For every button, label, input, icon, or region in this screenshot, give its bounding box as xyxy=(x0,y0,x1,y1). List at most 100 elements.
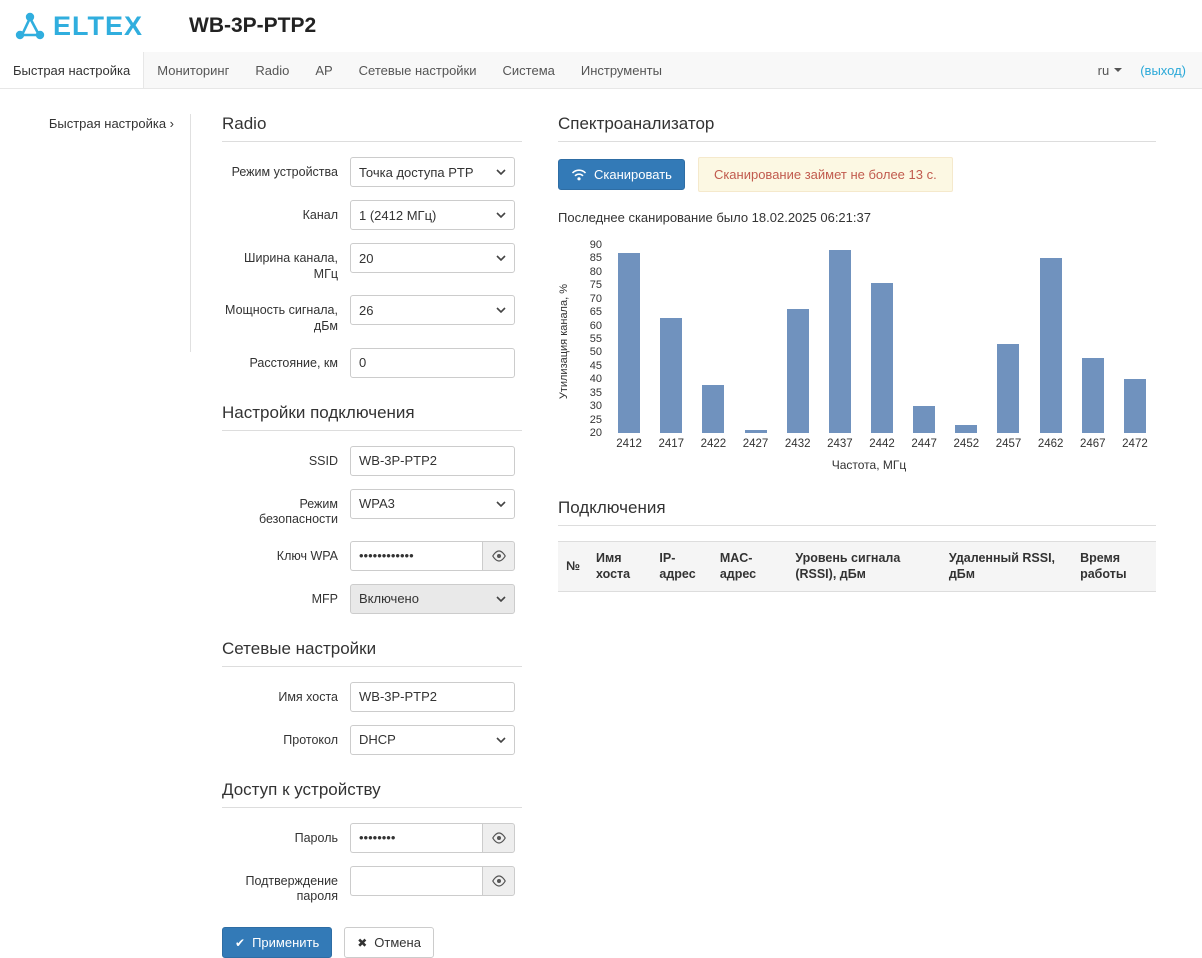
protocol-select[interactable]: DHCP xyxy=(350,725,515,755)
chart-y-axis: 908580757065605550454035302520 xyxy=(582,245,608,433)
x-tick-label: 2442 xyxy=(861,433,903,450)
y-tick-label: 60 xyxy=(590,320,602,332)
security-mode-select[interactable]: WPA3 xyxy=(350,489,515,519)
bar-2412 xyxy=(618,253,640,433)
bar-column xyxy=(734,245,776,433)
bar-column xyxy=(819,245,861,433)
chart-y-label-wrap: Утилизация канала, % xyxy=(558,245,582,472)
wpa-key-input[interactable] xyxy=(350,541,482,571)
tab-quick-setup[interactable]: Быстрая настройка xyxy=(0,52,144,88)
scan-button[interactable]: Сканировать xyxy=(558,159,685,190)
content: Быстрая настройка › Radio Режим устройст… xyxy=(0,89,1202,958)
main-nav: Быстрая настройка Мониторинг Radio AP Се… xyxy=(0,52,1202,89)
tab-radio[interactable]: Radio xyxy=(242,52,302,88)
quick-setup-form: Radio Режим устройства Точка доступа PTP… xyxy=(222,114,522,958)
eltex-logo-icon xyxy=(12,10,48,42)
section-title-access: Доступ к устройству xyxy=(222,780,522,808)
spectrum-title: Спектроанализатор xyxy=(558,114,1156,142)
bar-column xyxy=(1030,245,1072,433)
apply-label: Применить xyxy=(252,935,319,950)
x-tick-label: 2412 xyxy=(608,433,650,450)
bar-column xyxy=(692,245,734,433)
tab-system[interactable]: Система xyxy=(490,52,568,88)
logout-link[interactable]: (выход) xyxy=(1140,63,1186,78)
apply-button[interactable]: ✔ Применить xyxy=(222,927,332,958)
col-header-mac: MAC-адрес xyxy=(712,542,788,592)
y-tick-label: 25 xyxy=(590,414,602,426)
channel-label: Канал xyxy=(222,200,350,230)
last-scan-text: Последнее сканирование было 18.02.2025 0… xyxy=(558,210,1156,225)
password-input[interactable] xyxy=(350,823,482,853)
ssid-input[interactable] xyxy=(350,446,515,476)
distance-label: Расстояние, км xyxy=(222,348,350,378)
bar-2437 xyxy=(829,250,851,433)
y-tick-label: 65 xyxy=(590,306,602,318)
connections-title: Подключения xyxy=(558,498,1156,526)
x-tick-label: 2457 xyxy=(987,433,1029,450)
x-tick-label: 2467 xyxy=(1072,433,1114,450)
x-tick-label: 2452 xyxy=(945,433,987,450)
confirm-password-input[interactable] xyxy=(350,866,482,896)
chart-y-label: Утилизация канала, % xyxy=(558,284,570,399)
channel-select[interactable]: 1 (2412 МГц) xyxy=(350,200,515,230)
y-tick-label: 75 xyxy=(590,279,602,291)
scan-label: Сканировать xyxy=(594,167,672,182)
bar-column xyxy=(861,245,903,433)
col-header-ip: IP-адрес xyxy=(651,542,711,592)
cancel-button[interactable]: ✖ Отмена xyxy=(344,927,434,958)
page-title: WB-3P-PTP2 xyxy=(189,14,316,38)
tab-ap[interactable]: AP xyxy=(302,52,345,88)
distance-input[interactable] xyxy=(350,348,515,378)
tab-tools[interactable]: Инструменты xyxy=(568,52,675,88)
eltex-logo[interactable]: ELTEX xyxy=(12,10,143,42)
form-row-wpa-key: Ключ WPA xyxy=(222,541,522,571)
chart-body: 908580757065605550454035302520 xyxy=(582,245,1156,433)
wifi-icon xyxy=(571,168,587,181)
bar-2447 xyxy=(913,406,935,433)
hostname-input[interactable] xyxy=(350,682,515,712)
scan-row: Сканировать Сканирование займет не более… xyxy=(558,157,1156,192)
chevron-down-icon xyxy=(496,501,506,507)
tx-power-select[interactable]: 26 xyxy=(350,295,515,325)
eye-icon xyxy=(491,875,507,887)
mfp-select[interactable]: Включено xyxy=(350,584,515,614)
bar-2467 xyxy=(1082,358,1104,433)
form-row-tx-power: Мощность сигнала, дБм 26 xyxy=(222,295,522,334)
form-row-password: Пароль xyxy=(222,823,522,853)
breadcrumb-quick-setup[interactable]: Быстрая настройка › xyxy=(49,116,174,131)
y-tick-label: 90 xyxy=(590,239,602,251)
confirm-password-eye-button[interactable] xyxy=(482,866,515,896)
wpa-key-eye-button[interactable] xyxy=(482,541,515,571)
bar-2422 xyxy=(702,385,724,433)
protocol-label: Протокол xyxy=(222,725,350,755)
y-tick-label: 40 xyxy=(590,373,602,385)
tab-monitoring[interactable]: Мониторинг xyxy=(144,52,242,88)
y-tick-label: 35 xyxy=(590,387,602,399)
confirm-password-label: Подтверждение пароля xyxy=(222,866,350,905)
device-mode-select[interactable]: Точка доступа PTP xyxy=(350,157,515,187)
form-row-confirm-password: Подтверждение пароля xyxy=(222,866,522,905)
tab-network-settings[interactable]: Сетевые настройки xyxy=(346,52,490,88)
ssid-label: SSID xyxy=(222,446,350,476)
sidebar: Быстрая настройка › xyxy=(0,114,190,958)
y-tick-label: 50 xyxy=(590,346,602,358)
password-eye-button[interactable] xyxy=(482,823,515,853)
mfp-label: MFP xyxy=(222,584,350,614)
form-row-channel: Канал 1 (2412 МГц) xyxy=(222,200,522,230)
chart-x-axis: 2412241724222427243224372442244724522457… xyxy=(608,433,1156,450)
form-actions: ✔ Применить ✖ Отмена xyxy=(222,927,522,958)
nav-spacer xyxy=(675,52,1098,88)
tx-power-value: 26 xyxy=(359,303,373,318)
bar-column xyxy=(903,245,945,433)
col-header-rssi: Уровень сигнала (RSSI), дБм xyxy=(787,542,941,592)
bar-column xyxy=(1072,245,1114,433)
language-dropdown[interactable]: ru xyxy=(1098,63,1123,78)
chevron-down-icon xyxy=(496,255,506,261)
chart-main: 908580757065605550454035302520 241224172… xyxy=(582,245,1156,472)
wpa-key-label: Ключ WPA xyxy=(222,541,350,571)
bar-column xyxy=(987,245,1029,433)
channel-width-select[interactable]: 20 xyxy=(350,243,515,273)
form-row-mfp: MFP Включено xyxy=(222,584,522,614)
language-label: ru xyxy=(1098,63,1110,78)
bar-2452 xyxy=(955,425,977,433)
